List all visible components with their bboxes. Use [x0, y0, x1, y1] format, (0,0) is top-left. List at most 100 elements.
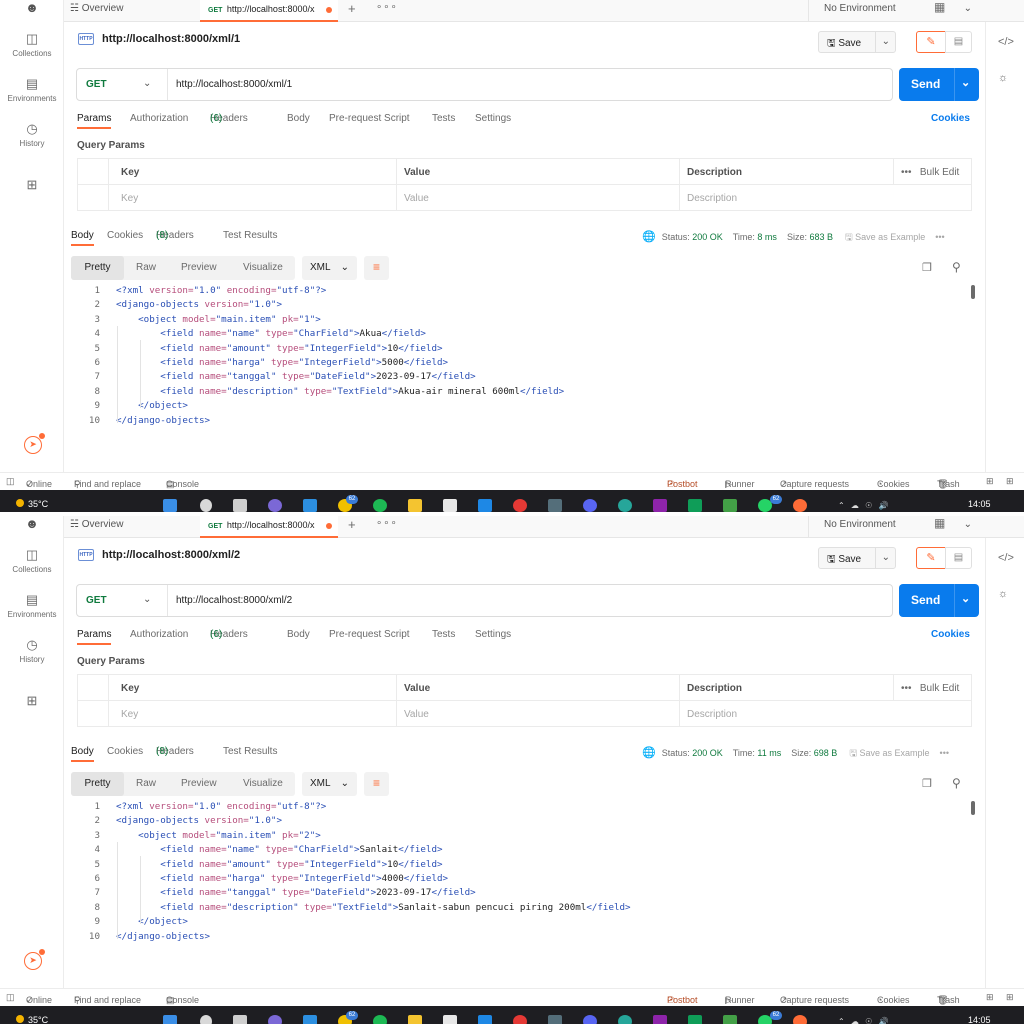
- tab-pre-request-script[interactable]: Pre-request Script: [329, 113, 410, 124]
- wrap-lines-icon[interactable]: ≡: [364, 772, 389, 796]
- teams-icon[interactable]: [268, 1015, 282, 1024]
- line-icon[interactable]: [723, 1015, 737, 1024]
- vscode-icon[interactable]: [303, 1015, 317, 1024]
- sidebar-item-configure[interactable]: ⊞: [0, 694, 64, 711]
- cookies-link[interactable]: Cookies: [931, 629, 970, 640]
- chevron-down-icon[interactable]: ⌄: [961, 76, 970, 89]
- task-view-icon[interactable]: [233, 1015, 247, 1024]
- method-select[interactable]: GET: [86, 79, 107, 90]
- status-code[interactable]: 200 OK: [692, 748, 723, 758]
- scrollbar[interactable]: [971, 801, 975, 815]
- windows-start-icon[interactable]: [163, 1015, 177, 1024]
- documentation-icon[interactable]: ▤: [945, 31, 972, 53]
- tab-response-cookies[interactable]: Cookies: [107, 746, 143, 757]
- spotify-icon[interactable]: [373, 1015, 387, 1024]
- sidebar-item-history[interactable]: ◷ History: [0, 122, 64, 149]
- tab-response-cookies[interactable]: Cookies: [107, 230, 143, 241]
- chevron-down-icon[interactable]: ⌄: [143, 78, 151, 89]
- tab-settings[interactable]: Settings: [475, 113, 511, 124]
- postman-logo-icon[interactable]: ➤: [24, 433, 45, 454]
- search-icon[interactable]: ⚲: [952, 776, 961, 790]
- more-icon[interactable]: •••: [940, 748, 949, 758]
- save-as-example-button[interactable]: 🖫 Save as Example: [845, 232, 925, 242]
- send-button[interactable]: Send ⌄: [899, 584, 979, 617]
- sidebar-item-collections[interactable]: ◫ Collections: [0, 548, 64, 575]
- chevron-down-icon[interactable]: ⌄: [882, 552, 890, 563]
- save-button[interactable]: 🖫 Save ⌄: [818, 31, 896, 53]
- scrollbar[interactable]: [971, 285, 975, 299]
- search-icon[interactable]: [200, 1015, 212, 1024]
- layout-icon[interactable]: ⊞: [986, 476, 994, 487]
- system-tray-icons[interactable]: ⌃ ☁ ☉ 🔊: [838, 501, 891, 510]
- sidebar-item-history[interactable]: ◷ History: [0, 638, 64, 665]
- clock[interactable]: 14:05: [968, 1015, 991, 1024]
- chrome-icon[interactable]: [513, 1015, 527, 1024]
- tab-body[interactable]: Body: [287, 113, 310, 124]
- postman-logo-icon[interactable]: ➤: [24, 949, 45, 970]
- send-button[interactable]: Send ⌄: [899, 68, 979, 101]
- response-size[interactable]: 683 B: [809, 232, 833, 242]
- url-input[interactable]: http://localhost:8000/xml/2: [176, 595, 292, 606]
- tab-body[interactable]: Body: [287, 629, 310, 640]
- tab-params[interactable]: Params: [77, 113, 112, 129]
- calendar-icon[interactable]: [478, 1015, 492, 1024]
- tab-authorization[interactable]: Authorization: [130, 113, 188, 124]
- postman-taskbar-icon[interactable]: [793, 499, 807, 512]
- file-explorer-icon[interactable]: [408, 1015, 422, 1024]
- windows-start-icon[interactable]: [163, 499, 177, 512]
- tab-raw[interactable]: Raw: [136, 778, 156, 789]
- sidebar-item-environments[interactable]: ▤ Environments: [0, 593, 64, 620]
- chevron-down-icon[interactable]: ⌄: [143, 594, 151, 605]
- tab-overview[interactable]: ☵ Overview: [70, 3, 123, 14]
- tab-response-body[interactable]: Body: [71, 746, 94, 762]
- file-explorer-icon[interactable]: [408, 499, 422, 512]
- sidebar-toggle-icon[interactable]: ◫: [6, 476, 15, 487]
- environment-select[interactable]: No Environment ⌄: [808, 516, 980, 538]
- weather-temp[interactable]: 35°C: [28, 499, 48, 509]
- user-icon[interactable]: ☻: [24, 0, 40, 16]
- save-button[interactable]: 🖫 Save ⌄: [818, 547, 896, 569]
- new-tab-button[interactable]: +: [348, 517, 356, 532]
- wrap-lines-icon[interactable]: ≡: [364, 256, 389, 280]
- environment-select[interactable]: No Environment ⌄: [808, 0, 980, 22]
- tab-params[interactable]: Params: [77, 629, 112, 645]
- tab-raw[interactable]: Raw: [136, 262, 156, 273]
- calendar-icon[interactable]: [478, 499, 492, 512]
- tab-test-results[interactable]: Test Results: [223, 746, 277, 757]
- tab-overview[interactable]: ☵ Overview: [70, 519, 123, 530]
- format-select[interactable]: XML ⌄: [302, 772, 357, 796]
- response-time[interactable]: 11 ms: [757, 748, 781, 758]
- more-tabs-icon[interactable]: ∘∘∘: [376, 518, 398, 529]
- edge-icon[interactable]: [618, 499, 632, 512]
- tab-response-body[interactable]: Body: [71, 230, 94, 246]
- sidebar-item-configure[interactable]: ⊞: [0, 178, 64, 195]
- status-code[interactable]: 200 OK: [692, 232, 723, 242]
- bulk-edit-button[interactable]: ••• Bulk Edit: [901, 167, 959, 178]
- help-icon[interactable]: ⊞: [1006, 992, 1014, 1003]
- chrome-icon[interactable]: [513, 499, 527, 512]
- tab-active-request[interactable]: GET http://localhost:8000/x: [200, 516, 338, 538]
- response-body-code[interactable]: 1 <?xml version="1.0" encoding="utf-8"?> 2…: [76, 285, 966, 465]
- virtualbox-icon[interactable]: [548, 1015, 562, 1024]
- teams-icon[interactable]: [268, 499, 282, 512]
- tab-visualize[interactable]: Visualize: [243, 778, 283, 789]
- postman-taskbar-icon[interactable]: [793, 1015, 807, 1024]
- tab-preview[interactable]: Preview: [181, 262, 217, 273]
- tab-test-results[interactable]: Test Results: [223, 230, 277, 241]
- sidebar-toggle-icon[interactable]: ◫: [6, 992, 15, 1003]
- globe-icon[interactable]: 🌐: [642, 747, 656, 759]
- tab-authorization[interactable]: Authorization: [130, 629, 188, 640]
- clock[interactable]: 14:05: [968, 499, 991, 509]
- value-input[interactable]: Value: [404, 193, 429, 204]
- save-as-example-button[interactable]: 🖫 Save as Example: [849, 748, 929, 758]
- tab-tests[interactable]: Tests: [432, 629, 455, 640]
- bulk-edit-button[interactable]: ••• Bulk Edit: [901, 683, 959, 694]
- tab-pretty[interactable]: Pretty: [71, 772, 124, 796]
- sheets-icon[interactable]: [688, 499, 702, 512]
- code-icon[interactable]: </>: [998, 36, 1014, 48]
- search-icon[interactable]: ⚲: [952, 260, 961, 274]
- more-icon[interactable]: •••: [935, 232, 944, 242]
- sidebar-item-environments[interactable]: ▤ Environments: [0, 77, 64, 104]
- value-input[interactable]: Value: [404, 709, 429, 720]
- tab-settings[interactable]: Settings: [475, 629, 511, 640]
